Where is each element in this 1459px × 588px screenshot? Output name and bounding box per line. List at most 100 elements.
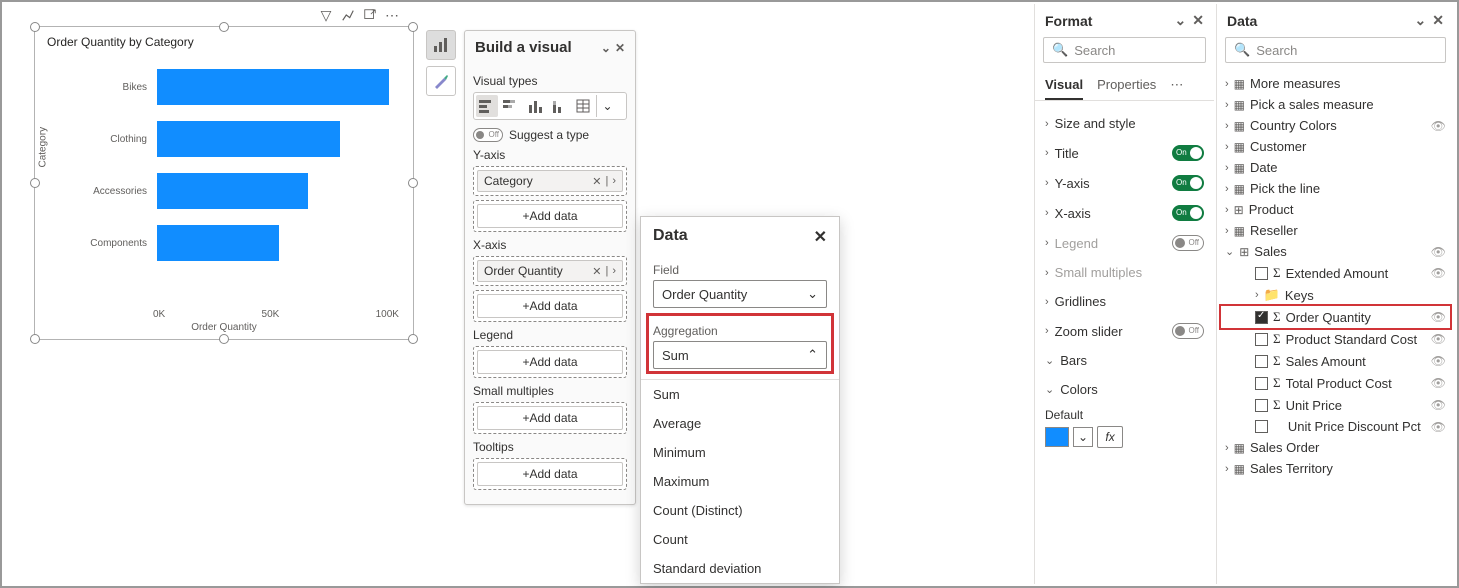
field-row[interactable]: ΣTotal Product Cost👁 [1221,372,1450,394]
hidden-icon[interactable]: 👁 [1431,420,1446,434]
table-row[interactable]: ›▦Reseller [1221,220,1450,241]
table-row[interactable]: ›▦Pick a sales measure [1221,94,1450,115]
remove-icon[interactable]: ✕ [592,265,601,278]
stacked-column-icon[interactable] [548,95,570,117]
field-checkbox[interactable] [1255,377,1268,390]
format-item[interactable]: ›Zoom sliderOff [1035,316,1214,346]
hidden-icon[interactable]: 👁 [1431,119,1446,133]
analyze-icon[interactable] [339,6,357,24]
chevron-down-icon[interactable]: ⌄ [601,41,611,55]
table-row[interactable]: ›⊞Product [1221,199,1450,220]
table-row[interactable]: ⌄⊞Sales👁 [1221,241,1450,262]
aggregation-option[interactable]: Count [641,525,839,554]
hidden-icon[interactable]: 👁 [1431,376,1446,390]
resize-handle[interactable] [219,334,229,344]
format-item[interactable]: ›Size and style [1035,109,1214,138]
table-row[interactable]: ›▦More measures [1221,73,1450,94]
tab-visual[interactable]: Visual [1045,71,1083,100]
hidden-icon[interactable]: 👁 [1431,398,1446,412]
aggregation-option[interactable]: Maximum [641,467,839,496]
format-item[interactable]: ›Small multiples [1035,258,1214,287]
field-row[interactable]: ΣProduct Standard Cost👁 [1221,328,1450,350]
field-checkbox[interactable] [1255,420,1268,433]
hidden-icon[interactable]: 👁 [1431,245,1446,259]
chevron-right-icon[interactable]: › [612,265,616,278]
hidden-icon[interactable]: 👁 [1431,332,1446,346]
small-multiples-add-button[interactable]: +Add data [477,406,623,430]
format-search[interactable]: 🔍Search [1043,37,1206,63]
field-row[interactable]: ΣUnit Price👁 [1221,394,1450,416]
xaxis-field-pill[interactable]: Order Quantity✕|› [477,260,623,282]
toggle[interactable]: On [1172,145,1204,161]
field-checkbox[interactable] [1255,355,1268,368]
table-icon[interactable] [572,95,594,117]
filter-icon[interactable]: ▽ [317,6,335,24]
data-search[interactable]: 🔍Search [1225,37,1446,63]
yaxis-field-pill[interactable]: Category✕|› [477,170,623,192]
build-visual-mode-button[interactable] [426,30,456,60]
color-swatch[interactable] [1045,427,1069,447]
bar-chart-visual[interactable]: Order Quantity by Category Category Bike… [34,26,414,340]
resize-handle[interactable] [219,22,229,32]
resize-handle[interactable] [30,22,40,32]
field-row[interactable]: ΣOrder Quantity👁 [1221,306,1450,328]
fx-button[interactable]: fx [1097,426,1123,448]
table-row[interactable]: ›▦Pick the line [1221,178,1450,199]
more-icon[interactable]: ⋯ [383,6,401,24]
table-row[interactable]: ›▦Country Colors👁 [1221,115,1450,136]
close-icon[interactable]: ✕ [814,227,827,247]
format-item[interactable]: ›Gridlines [1035,287,1214,316]
visual-type-picker[interactable]: ⌄ [473,92,627,120]
aggregation-option[interactable]: Sum [641,380,839,409]
tab-properties[interactable]: Properties [1097,71,1156,100]
close-icon[interactable]: ✕ [1192,12,1204,29]
suggest-type-toggle[interactable]: Off [473,128,503,142]
hidden-icon[interactable]: 👁 [1431,266,1446,280]
legend-add-button[interactable]: +Add data [477,350,623,374]
hidden-icon[interactable]: 👁 [1431,310,1446,324]
close-icon[interactable]: ✕ [1432,12,1444,29]
aggregation-dropdown[interactable]: Sum⌃ [653,341,827,369]
resize-handle[interactable] [408,334,418,344]
more-icon[interactable]: ⋯ [1170,71,1183,100]
field-checkbox[interactable] [1255,399,1268,412]
clustered-bar-icon[interactable] [476,95,498,117]
hidden-icon[interactable]: 👁 [1431,354,1446,368]
toggle[interactable]: On [1172,175,1204,191]
aggregation-option[interactable]: Count (Distinct) [641,496,839,525]
format-item[interactable]: ›LegendOff [1035,228,1214,258]
report-canvas[interactable]: ▽ ⋯ Order Quantity by Category Category … [2,2,1032,586]
chevron-right-icon[interactable]: › [612,175,616,188]
toggle[interactable]: Off [1172,235,1204,251]
table-row[interactable]: ›▦Customer [1221,136,1450,157]
format-item[interactable]: ⌄Bars [1035,346,1214,375]
table-row[interactable]: ›▦Sales Order [1221,437,1450,458]
focus-icon[interactable] [361,6,379,24]
chevron-down-icon[interactable]: ⌄ [1073,427,1093,447]
field-dropdown[interactable]: Order Quantity⌄ [653,280,827,308]
xaxis-add-button[interactable]: +Add data [477,294,623,318]
chevron-down-icon[interactable]: ⌄ [1175,12,1187,29]
toggle[interactable]: Off [1172,323,1204,339]
format-item[interactable]: ›Y-axisOn [1035,168,1214,198]
format-item[interactable]: ›TitleOn [1035,138,1214,168]
table-row[interactable]: ›▦Sales Territory [1221,458,1450,479]
chevron-down-icon[interactable]: ⌄ [1415,12,1427,29]
aggregation-option[interactable]: Minimum [641,438,839,467]
field-row[interactable]: ΣSales Amount👁 [1221,350,1450,372]
aggregation-option[interactable]: Average [641,409,839,438]
field-row[interactable]: ›📁Keys [1221,284,1450,306]
column-icon[interactable] [524,95,546,117]
remove-icon[interactable]: ✕ [592,175,601,188]
resize-handle[interactable] [30,334,40,344]
aggregation-option[interactable]: Standard deviation [641,554,839,583]
field-row[interactable]: Unit Price Discount Pct👁 [1221,416,1450,437]
close-icon[interactable]: ✕ [615,41,625,55]
field-checkbox[interactable] [1255,311,1268,324]
field-checkbox[interactable] [1255,267,1268,280]
stacked-bar-icon[interactable] [500,95,522,117]
field-row[interactable]: ΣExtended Amount👁 [1221,262,1450,284]
chevron-down-icon[interactable]: ⌄ [596,95,618,117]
toggle[interactable]: On [1172,205,1204,221]
format-item[interactable]: ›X-axisOn [1035,198,1214,228]
